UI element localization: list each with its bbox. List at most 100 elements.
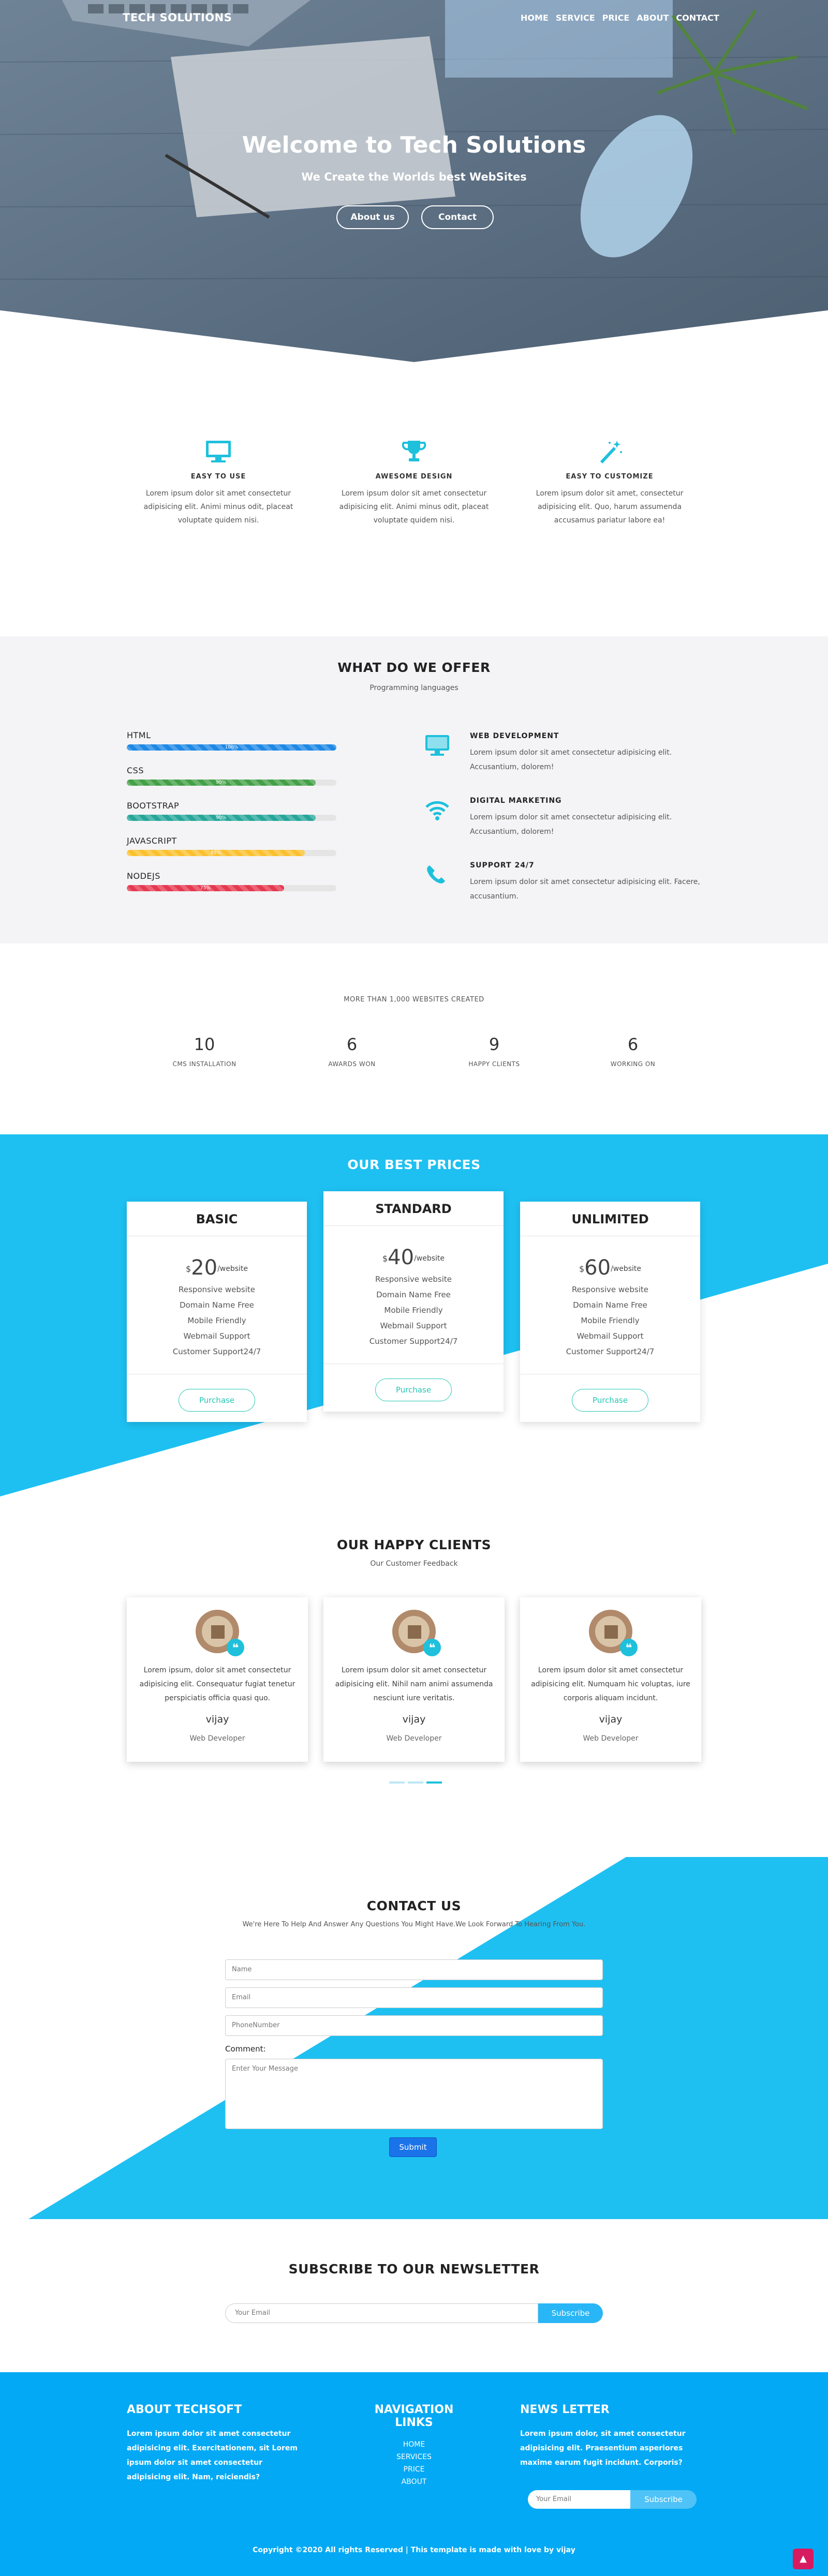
skill-nodejs: NODEJS 75% [127,871,336,891]
contact-subtitle: We're Here To Help And Answer Any Questi… [242,1921,586,1928]
footer: ABOUT TECHSOFT Lorem ipsum dolor sit ame… [0,2372,828,2576]
skill-progress-fill: 85% [127,850,305,856]
comment-label: Comment: [225,2044,266,2054]
plan-feature: Responsive website [179,1285,255,1294]
stats-caption: MORE THAN 1,000 WEBSITES CREATED [344,996,484,1004]
plan-feature: Domain Name Free [180,1300,254,1310]
client-name: vijay [205,1714,229,1725]
plan-name: UNLIMITED [520,1202,700,1236]
plan-price: $60/website [520,1256,700,1280]
client-name: vijay [402,1714,426,1725]
purchase-button[interactable]: Purchase [375,1379,452,1401]
plan-currency: $ [382,1253,388,1264]
clients-subtitle: Our Customer Feedback [370,1560,458,1568]
footer-about-title: ABOUT TECHSOFT [127,2403,242,2416]
stat-number: 6 [346,1035,358,1054]
plan-feature: Webmail Support [380,1321,447,1330]
stat-number: 10 [194,1035,215,1054]
footer-navigation: NAVIGATION LINKS HOME SERVICES PRICE ABO… [357,2403,471,2488]
phone-input[interactable]: PhoneNumber [225,2015,603,2036]
service-title: SUPPORT 24/7 [470,861,535,870]
contact-title: CONTACT US [366,1898,462,1913]
carousel-dot-active[interactable] [426,1781,442,1784]
purchase-button[interactable]: Purchase [572,1389,648,1412]
newsletter-email-input[interactable]: Your Email [225,2303,538,2323]
nav-about[interactable]: ABOUT [637,13,669,23]
skill-progress-track: 85% [127,850,336,856]
carousel-dot[interactable] [408,1781,423,1784]
service-title: DIGITAL MARKETING [470,797,562,805]
footer-nav-title: NAVIGATION LINKS [374,2403,454,2429]
skill-progress-fill: 90% [127,780,316,786]
pricing-title: OUR BEST PRICES [347,1157,481,1172]
plan-feature: Responsive website [375,1275,452,1284]
footer-email-input[interactable]: Your Email [528,2490,630,2509]
nav-service[interactable]: SERVICE [556,13,595,23]
skill-name: CSS [127,766,144,775]
back-to-top-arrow-icon[interactable]: ▲ [793,2549,814,2569]
brand-logo[interactable]: TECH SOLUTIONS [123,11,232,24]
offer-subtitle: Programming languages [369,684,459,692]
message-textarea[interactable]: Enter Your Message [225,2059,603,2129]
plan-currency: $ [185,1264,191,1274]
footer-about-text: Lorem ipsum dolor sit amet consectetur a… [127,2430,298,2481]
plan-period: /website [217,1265,248,1273]
plan-feature: Mobile Friendly [187,1316,246,1325]
plan-feature: Mobile Friendly [581,1316,640,1325]
price-card-basic: BASIC $20/website Responsive website Dom… [127,1202,307,1422]
client-name: vijay [599,1714,623,1725]
skill-progress-fill: 90% [127,815,316,821]
nav-home[interactable]: HOME [521,13,549,23]
stat-label: CMS INSTALLATION [172,1060,236,1068]
plan-price: $20/website [127,1256,307,1280]
plan-amount: 40 [388,1246,415,1269]
plan-name: STANDARD [323,1191,504,1226]
about-us-button[interactable]: About us [336,205,409,229]
submit-button[interactable]: Submit [389,2137,437,2157]
newsletter-subscribe-button[interactable]: Subscribe [538,2303,603,2323]
price-card-standard: STANDARD $40/website Responsive website … [323,1191,504,1412]
stat-label: HAPPY CLIENTS [468,1060,520,1068]
testimonial-text: Lorem ipsum, dolor sit amet consectetur … [139,1666,295,1702]
quote-icon: ❝ [423,1639,441,1656]
service-web-development: WEB DEVELOPMENT Lorem ipsum dolor sit am… [424,732,704,774]
stat-item: 6 AWARDS WON [290,1035,414,1068]
footer-subscribe-button[interactable]: Subscribe [630,2490,697,2509]
nav-contact[interactable]: CONTACT [676,13,719,23]
offer-section: WHAT DO WE OFFER Programming languages H… [0,636,828,943]
plan-feature: Responsive website [572,1285,648,1294]
plan-features: Responsive website Domain Name Free Mobi… [323,1271,504,1349]
skill-progress-track: 75% [127,885,336,891]
footer-link-about[interactable]: ABOUT [357,2476,471,2488]
plan-footer: Purchase [323,1364,504,1412]
plan-feature: Domain Name Free [573,1300,647,1310]
footer-newsletter: NEWS LETTER Lorem ipsum dolor, sit amet … [520,2403,712,2470]
feature-easy-to-use: EASY TO USE Lorem ipsum dolor sit amet c… [143,439,293,527]
testimonial-text: Lorem ipsum dolor sit amet consectetur a… [335,1666,493,1702]
plan-amount: 20 [191,1256,218,1280]
pricing-section: OUR BEST PRICES BASIC $20/website Respon… [0,1134,828,1496]
footer-link-home[interactable]: HOME [357,2438,471,2451]
avatar: ❝ [392,1610,441,1656]
skill-progress-track: 90% [127,780,336,786]
feature-text: Lorem ipsum dolor sit amet consectetur a… [143,489,293,525]
contact-button[interactable]: Contact [421,205,494,229]
footer-link-services[interactable]: SERVICES [357,2451,471,2463]
footer-link-price[interactable]: PRICE [357,2463,471,2476]
skill-bootstrap: BOOTSTRAP 90% [127,801,336,821]
plan-feature: Customer Support24/7 [566,1347,655,1356]
hero-section: TECH SOLUTIONS HOME SERVICE PRICE ABOUT … [0,0,828,362]
phone-icon [424,863,450,888]
testimonial-card: ❝ Lorem ipsum dolor sit amet consectetur… [520,1597,701,1762]
carousel-dot[interactable] [389,1781,405,1784]
hero-subtitle: We Create the Worlds best WebSites [301,171,527,183]
purchase-button[interactable]: Purchase [179,1389,255,1412]
copyright: Copyright ©2020 All rights Reserved | Th… [253,2546,575,2554]
service-text: Lorem ipsum dolor sit amet consectetur a… [470,813,672,836]
name-input[interactable]: Name [225,1959,603,1980]
offer-title: WHAT DO WE OFFER [337,660,491,675]
email-input[interactable]: Email [225,1987,603,2008]
plan-features: Responsive website Domain Name Free Mobi… [127,1282,307,1359]
hero-title: Welcome to Tech Solutions [242,132,586,158]
nav-price[interactable]: PRICE [602,13,630,23]
